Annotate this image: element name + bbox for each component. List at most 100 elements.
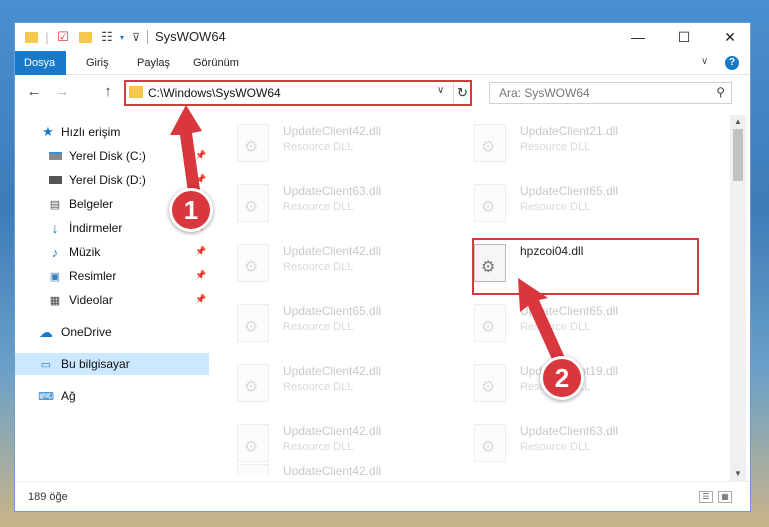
- file-type: Resource DLL: [520, 321, 591, 333]
- customize-icon[interactable]: ☷: [99, 29, 115, 45]
- tab-view[interactable]: Görünüm: [184, 51, 248, 75]
- sidebar-item-network[interactable]: ⌨ Ağ: [15, 385, 209, 407]
- explorer-window: | ☑ ☷ ▾ ⊽ SysWOW64 — ☐ ✕ Dosya Giriş Pay…: [14, 22, 751, 512]
- help-icon[interactable]: ?: [725, 56, 739, 70]
- pin-icon[interactable]: 📌: [195, 270, 206, 281]
- sidebar-item-label: Bu bilgisayar: [61, 357, 130, 371]
- address-path[interactable]: C:\Windows\SysWOW64: [148, 86, 281, 100]
- close-button[interactable]: ✕: [707, 23, 753, 51]
- file-type: Resource DLL: [283, 261, 354, 273]
- dll-file-icon: [237, 424, 269, 462]
- file-name: UpdateClient42.dll: [283, 244, 382, 258]
- file-name: UpdateClient21.dll: [520, 124, 619, 138]
- dll-file-icon: [237, 304, 269, 342]
- properties-icon[interactable]: ☑: [55, 29, 71, 45]
- pin-icon[interactable]: 📌: [195, 174, 206, 185]
- file-item[interactable]: UpdateClient65.dll Resource DLL: [474, 301, 704, 353]
- tab-file[interactable]: Dosya: [15, 51, 66, 75]
- scroll-thumb[interactable]: [733, 129, 743, 181]
- details-view-icon[interactable]: ☰: [699, 491, 713, 503]
- file-name: UpdateClient42.dll: [283, 124, 382, 138]
- search-box[interactable]: Ara: SysWOW64 ⚲: [489, 82, 732, 104]
- minimize-button[interactable]: —: [615, 23, 661, 51]
- dll-file-icon: [237, 244, 269, 282]
- file-item[interactable]: UpdateClient65.dll Resource DLL: [474, 181, 704, 233]
- file-name: UpdateClient63.dll: [283, 184, 382, 198]
- file-name: UpdateClient42.dll: [283, 364, 382, 378]
- address-bar[interactable]: C:\Windows\SysWOW64 ∨ ↻: [124, 80, 472, 106]
- file-item[interactable]: UpdateClient21.dll Resource DLL: [474, 121, 704, 173]
- dll-file-icon: [474, 184, 506, 222]
- file-item[interactable]: UpdateClient42.dllResource DLL: [237, 361, 467, 413]
- documents-icon: ▤: [49, 198, 61, 211]
- file-name: UpdateClient65.dll: [283, 304, 382, 318]
- file-item[interactable]: UpdateClient42.dll Resource DLL: [237, 121, 467, 173]
- dll-file-icon: [474, 124, 506, 162]
- title-bar: | ☑ ☷ ▾ ⊽ SysWOW64 — ☐ ✕: [15, 23, 750, 51]
- drive-icon: [48, 150, 62, 163]
- dll-file-icon: [237, 124, 269, 162]
- chevron-down-icon[interactable]: ∨: [701, 56, 708, 67]
- dll-file-icon: [237, 364, 269, 402]
- sidebar-item-disk-c[interactable]: Yerel Disk (C:) 📌: [15, 145, 209, 167]
- file-highlight-box: [472, 238, 699, 295]
- pin-icon[interactable]: 📌: [195, 150, 206, 161]
- up-button[interactable]: ↑: [97, 83, 119, 103]
- sidebar-item-label: Resimler: [69, 269, 117, 283]
- dll-file-icon: [237, 464, 269, 475]
- file-item[interactable]: UpdateClient42.dll Resource DLL: [237, 241, 467, 293]
- dropdown-icon[interactable]: ▾: [117, 29, 127, 45]
- file-type: Resource DLL: [283, 321, 354, 333]
- folder-icon: [129, 86, 143, 98]
- drive-icon: [48, 174, 62, 187]
- file-item[interactable]: UpdateClient63.dll Resource DLL: [474, 421, 704, 473]
- sidebar-item-label: Videolar: [69, 293, 113, 307]
- file-name: UpdateClient42.dll: [283, 464, 382, 475]
- item-count: 189 öğe: [28, 491, 68, 503]
- separator-icon: |: [45, 29, 49, 45]
- tab-share[interactable]: Paylaş: [128, 51, 179, 75]
- sidebar-item-music[interactable]: ♪ Müzik 📌: [15, 241, 209, 263]
- back-button[interactable]: ←: [23, 83, 45, 103]
- ribbon-tabs: Dosya Giriş Paylaş Görünüm ∨ ?: [15, 51, 750, 75]
- navigation-pane: ★ Hızlı erişim Yerel Disk (C:) 📌 Yerel D…: [15, 115, 209, 475]
- sidebar-item-pictures[interactable]: ▣ Resimler 📌: [15, 265, 209, 287]
- sidebar-item-quick-access[interactable]: ★ Hızlı erişim: [15, 121, 209, 143]
- dll-file-icon: [237, 184, 269, 222]
- pictures-icon: ▣: [49, 270, 61, 283]
- new-folder-icon[interactable]: [77, 29, 93, 45]
- large-icons-view-icon[interactable]: ▦: [718, 491, 732, 503]
- window-title: SysWOW64: [155, 29, 226, 44]
- pin-icon[interactable]: 📌: [195, 246, 206, 257]
- scroll-up-icon[interactable]: ▲: [730, 115, 746, 129]
- qa-menu-icon[interactable]: ⊽: [131, 29, 141, 45]
- forward-button[interactable]: →: [51, 83, 73, 103]
- sidebar-item-label: Belgeler: [69, 197, 114, 211]
- file-name: UpdateClient65.dll: [520, 184, 619, 198]
- chevron-down-icon[interactable]: ∨: [437, 85, 444, 96]
- sidebar-item-videos[interactable]: ▦ Videolar 📌: [15, 289, 209, 311]
- file-name: UpdateClient63.dll: [520, 424, 619, 438]
- sidebar-item-this-pc[interactable]: ▭ Bu bilgisayar: [15, 353, 209, 375]
- file-item[interactable]: UpdateClient65.dll Resource DLL: [237, 301, 467, 353]
- sidebar-item-onedrive[interactable]: ☁ OneDrive: [15, 321, 209, 343]
- refresh-button[interactable]: ↻: [453, 82, 471, 104]
- file-type: Resource DLL: [283, 141, 354, 153]
- sidebar-item-label: Hızlı erişim: [61, 125, 121, 139]
- pin-icon[interactable]: 📌: [195, 294, 206, 305]
- file-item[interactable]: UpdateClient19.dllResource DLL: [474, 361, 704, 413]
- sidebar-item-disk-d[interactable]: Yerel Disk (D:) 📌: [15, 169, 209, 191]
- sidebar-item-label: Yerel Disk (C:): [69, 149, 146, 163]
- maximize-button[interactable]: ☐: [661, 23, 707, 51]
- search-icon[interactable]: ⚲: [716, 85, 725, 99]
- sidebar-item-label: Ağ: [61, 389, 76, 403]
- file-list: UpdateClient42.dll Resource DLL UpdateCli…: [220, 115, 728, 475]
- tab-home[interactable]: Giriş: [77, 51, 118, 75]
- scroll-down-icon[interactable]: ▼: [730, 467, 746, 481]
- vertical-scrollbar[interactable]: ▲ ▼: [730, 115, 746, 481]
- search-input[interactable]: Ara: SysWOW64: [499, 86, 590, 100]
- file-item[interactable]: UpdateClient42.dllResource DLL: [237, 461, 467, 475]
- file-type: Resource DLL: [520, 141, 591, 153]
- file-item[interactable]: UpdateClient63.dll Resource DLL: [237, 181, 467, 233]
- file-name: UpdateClient42.dll: [283, 424, 382, 438]
